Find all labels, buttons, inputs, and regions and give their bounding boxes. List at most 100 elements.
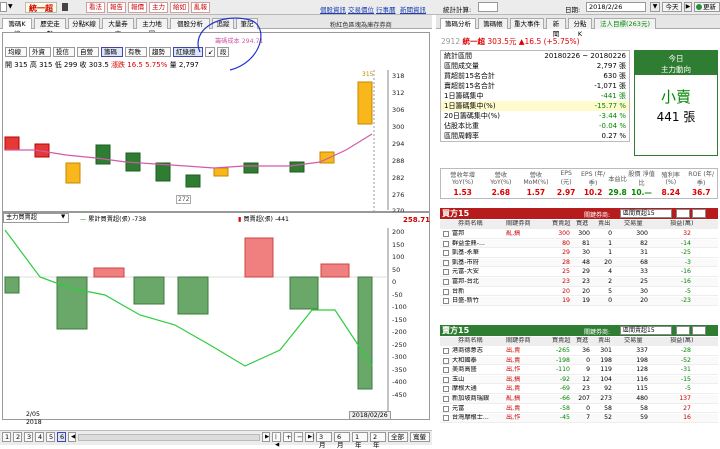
next-day-icon[interactable]: ▶	[684, 2, 692, 12]
page-btn-6[interactable]: 6	[57, 432, 66, 442]
buy-col-1: 關鍵券商	[506, 220, 531, 227]
lytick-6: -100	[392, 303, 407, 311]
sell-col-2: 買賣超	[552, 337, 571, 344]
row-checkbox[interactable]	[443, 279, 449, 285]
fund-v3: 2.97	[556, 188, 576, 198]
scroll-left-icon[interactable]: ◀	[68, 432, 76, 442]
row-checkbox[interactable]	[443, 298, 449, 305]
fund-h3: EPS (元)	[560, 170, 572, 187]
page-btn-1[interactable]: 1	[2, 432, 11, 442]
table-row[interactable]: 玉山 出,搞 -92 12 104 116 -15	[440, 375, 718, 385]
tab-chip-account[interactable]: 籌碼帳	[478, 18, 508, 29]
date-input[interactable]: 2018/2/26	[586, 2, 646, 12]
row-checkbox[interactable]	[443, 259, 449, 266]
sell-lock-button[interactable]	[692, 326, 706, 335]
table-row[interactable]: 大和國泰 出,賣 -198 0 198 198 -52	[440, 356, 718, 366]
table-row[interactable]: 元富 出,賣 -58 0 58 58 27	[440, 404, 718, 414]
table-row[interactable]: 群益金鼎-... 80 81 1 82 -14	[440, 239, 718, 249]
sell-edit-button[interactable]	[676, 326, 690, 335]
zoom-in-icon[interactable]: +	[283, 432, 292, 442]
cell-6: 32	[683, 230, 691, 237]
row-checkbox[interactable]	[443, 240, 449, 247]
cell-4: 2	[608, 278, 612, 285]
first-icon[interactable]: |◀	[272, 432, 281, 448]
tab-events[interactable]: 重大事件	[510, 18, 544, 29]
row-checkbox[interactable]	[443, 231, 449, 237]
table-row[interactable]: 富邦 亂,搞 300 300 0 300 32	[440, 230, 718, 239]
tab-branch-k[interactable]: 分點K	[568, 18, 592, 38]
calendar-dropdown-icon[interactable]: ▼	[650, 2, 660, 12]
table-row[interactable]: 台新 20 20 5 30 -5	[440, 287, 718, 297]
horizontal-scrollbar[interactable]	[78, 434, 260, 441]
tab-target-price[interactable]: 法人目標(263元)	[594, 18, 656, 29]
fund-v5: 29.8	[608, 188, 627, 198]
quote-code: 2912	[441, 37, 461, 46]
row-checkbox[interactable]	[443, 348, 449, 354]
zoom-out-icon[interactable]: −	[294, 432, 303, 442]
row-checkbox[interactable]	[443, 367, 449, 374]
summary-row: 1日籌碼集中 -441 張	[441, 91, 630, 101]
table-row[interactable]: 摩根大通 出,賣 -69 23 92 115 -5	[440, 385, 718, 394]
page-btn-5[interactable]: 5	[46, 432, 55, 442]
table-row[interactable]: 富邦-台北 23 23 2 25 -16	[440, 278, 718, 287]
range-6m[interactable]: 6月	[334, 432, 350, 449]
lytick-11: -350	[392, 366, 407, 374]
table-row[interactable]: 台灣摩根士... 出,作 -45 7 52 59 16	[440, 414, 718, 423]
table-row[interactable]: 港商德意志 出,賣 -265 36 301 337 -28	[440, 347, 718, 356]
cell-1: 出,賣	[506, 385, 521, 393]
row-checkbox[interactable]	[443, 269, 449, 276]
table-row[interactable]: 美商高盛 出,作 -110 9 119 128 -31	[440, 366, 718, 375]
buy-lock-button[interactable]	[692, 209, 706, 218]
tab-chip-analysis[interactable]: 籌碼分析	[440, 18, 476, 29]
row-checkbox[interactable]	[443, 396, 449, 402]
cell-1: 出,搞	[506, 375, 521, 383]
cell-3: 19	[582, 297, 590, 305]
row-checkbox[interactable]	[443, 250, 449, 257]
cell-5: 337	[636, 347, 648, 354]
table-row[interactable]: 日盛-新竹 19 19 0 20 -23	[440, 297, 718, 306]
row-checkbox[interactable]	[443, 405, 449, 412]
buy-col-0: 券商名稱	[458, 220, 483, 227]
lytick-8: -200	[392, 328, 407, 336]
cell-5: 25	[640, 278, 648, 285]
sell-col-3: 買進	[576, 337, 589, 344]
range-3m[interactable]: 3月	[316, 432, 332, 449]
row-checkbox[interactable]	[443, 357, 449, 364]
summary-key: 1日籌碼集中(%)	[444, 102, 496, 110]
cell-5: 116	[636, 375, 648, 383]
range-2y[interactable]: 2年	[370, 432, 386, 449]
summary-row: 統計區間 20180226 ~ 20180226	[441, 51, 630, 62]
page-btn-2[interactable]: 2	[13, 432, 22, 442]
sell-select[interactable]: 區間賣超15	[620, 326, 672, 335]
cell-0: 凱基-永華	[452, 249, 479, 257]
table-row[interactable]: 元富-大安 25 29 4 33 -16	[440, 268, 718, 277]
stat-select[interactable]	[478, 2, 498, 12]
cell-3: 81	[582, 239, 590, 247]
row-checkbox[interactable]	[443, 415, 449, 422]
page-btn-3[interactable]: 3	[24, 432, 33, 442]
range-1y[interactable]: 1年	[352, 432, 368, 449]
lytick-2: 100	[392, 253, 405, 261]
buy-col-4: 賣出	[598, 220, 611, 227]
range-all[interactable]: 全部	[388, 432, 408, 442]
last-icon[interactable]: ▶|	[305, 432, 314, 442]
buy-select[interactable]: 區間買超15	[620, 209, 672, 218]
row-checkbox[interactable]	[443, 288, 449, 295]
scroll-right-icon[interactable]: ▶	[262, 432, 270, 442]
range-wide[interactable]: 寬螢	[410, 432, 430, 442]
row-checkbox[interactable]	[443, 386, 449, 393]
buy-col-6: 損益(萬)	[670, 220, 694, 227]
cell-6: -23	[680, 297, 691, 305]
table-row[interactable]: 凱基-永華 29 30 1 31 -25	[440, 249, 718, 258]
fund-v7: 8.24	[661, 188, 681, 198]
table-row[interactable]: 凱基-市府 28 48 20 68 -3	[440, 258, 718, 268]
table-row[interactable]: 新加坡商瑞銀 亂,搞 -66 207 273 480 137	[440, 395, 718, 404]
cell-3: 300	[578, 230, 590, 237]
row-checkbox[interactable]	[443, 376, 449, 383]
cell-6: 16	[683, 414, 691, 422]
tab-news[interactable]: 新聞	[546, 18, 566, 38]
buy-edit-button[interactable]	[676, 209, 690, 218]
page-btn-4[interactable]: 4	[35, 432, 44, 442]
today-button[interactable]: 今天	[662, 2, 682, 12]
fund-h5: 本益比	[608, 175, 627, 183]
